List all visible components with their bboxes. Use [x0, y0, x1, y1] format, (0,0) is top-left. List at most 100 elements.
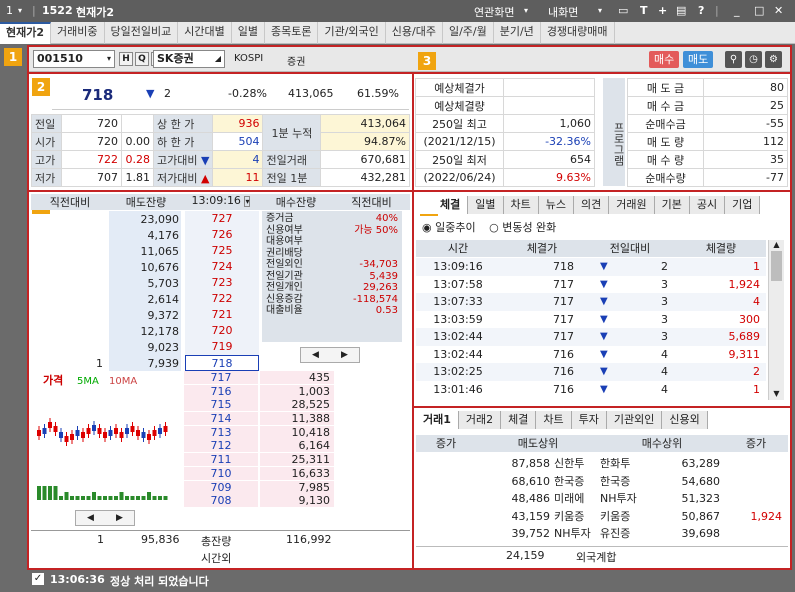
help-icon[interactable]: ?: [698, 4, 704, 17]
window-number[interactable]: 1: [6, 4, 13, 17]
tab-execution[interactable]: 체결: [501, 411, 537, 429]
tab-opinion[interactable]: 의견: [574, 196, 610, 214]
tab-by-time[interactable]: 시간대별: [178, 22, 232, 44]
stock-code-input[interactable]: 001510 ▾: [33, 50, 115, 68]
buy-qty: 63,289: [681, 457, 721, 470]
chevron-down-icon[interactable]: ▾: [18, 6, 22, 15]
tab-quarter-year[interactable]: 분기/년: [494, 22, 541, 44]
tab-block-trade[interactable]: 경쟁대량매매: [541, 22, 615, 44]
broker-row: 39,752 NH투자 유진증 39,698: [416, 525, 788, 543]
tab-daily[interactable]: 일별: [468, 196, 504, 214]
info-label: 대출비율: [266, 305, 303, 316]
dropdown-icon[interactable]: ▾: [244, 196, 251, 207]
scroll-up-icon[interactable]: ▲: [769, 240, 784, 249]
tab-chart[interactable]: 차트: [503, 196, 539, 214]
after-hours-label: 시간외: [201, 552, 232, 565]
bid-row: 717 435: [184, 371, 410, 385]
tab-credit-etc[interactable]: 신용외: [662, 411, 708, 429]
chart-scroll[interactable]: ◀ ▶: [75, 510, 135, 526]
gear-icon[interactable]: ⚙: [765, 51, 782, 68]
tab-investor[interactable]: 투자: [571, 411, 607, 429]
check-icon[interactable]: ✓: [32, 573, 44, 585]
info-label: 전일외인: [266, 259, 303, 270]
tab-period[interactable]: 일/주/월: [443, 22, 494, 44]
info-label: 권리배당: [266, 247, 303, 259]
tab-daily[interactable]: 일별: [232, 22, 265, 44]
my-screen-menu[interactable]: 내화면: [548, 4, 578, 20]
scroll-down-icon[interactable]: ▼: [769, 389, 784, 398]
price-quote: 718 ▼ 2 -0.28% 413,065 61.59%: [52, 78, 409, 110]
maximize-icon[interactable]: □: [754, 4, 764, 17]
minimize-icon[interactable]: _: [734, 4, 740, 17]
left-arrow-icon[interactable]: ◀: [87, 511, 94, 525]
chevron-down-icon[interactable]: ▾: [598, 6, 602, 15]
plus-icon[interactable]: +: [658, 4, 667, 17]
trade-scrollbar[interactable]: ▲ ▼: [768, 240, 784, 400]
trade-time: 13:02:44: [433, 330, 483, 343]
foreign-total: 24,159 외국계합: [416, 546, 788, 564]
chevron-down-icon[interactable]: ▾: [524, 6, 528, 15]
bid-price: 709: [184, 480, 258, 494]
left-arrow-icon[interactable]: ◀: [312, 348, 319, 362]
up-arrow-icon: ▲: [200, 171, 210, 185]
tab-discussion[interactable]: 종목토론: [265, 22, 319, 44]
trade-header: 시간 체결가 전일대비 체결량: [416, 240, 766, 257]
tab-day-compare[interactable]: 당일전일비교: [105, 22, 179, 44]
text-icon[interactable]: T: [640, 4, 648, 17]
tab-current-price-2[interactable]: 현재가2: [0, 22, 52, 44]
down-arrow-icon: ▼: [200, 153, 210, 167]
search-icon[interactable]: Q: [135, 52, 149, 66]
tab-trade-1[interactable]: 거래1: [416, 411, 459, 429]
sell-broker: 키움증: [554, 509, 585, 523]
tab-disclosure[interactable]: 공시: [689, 196, 726, 214]
tab-executions[interactable]: 체결: [416, 196, 469, 214]
related-screen-menu[interactable]: 연관화면: [474, 4, 514, 20]
tab-chart[interactable]: 차트: [536, 411, 572, 429]
radio-intraday[interactable]: ◉ 일중추이: [422, 221, 476, 234]
bid-price: 715: [184, 398, 258, 412]
info-scroll[interactable]: ◀ ▶: [300, 347, 360, 363]
right-arrow-icon[interactable]: ▶: [116, 511, 123, 525]
trade-row: 13:02:44 717 ▼ 3 5,689: [416, 328, 766, 346]
tab-trade-2[interactable]: 거래2: [458, 411, 502, 429]
print-icon[interactable]: ▤: [676, 4, 686, 17]
program-table: 매 도 금 80 매 수 금 25 순매수금 -55 매 도 량 112 매 수 량 35…: [627, 78, 788, 187]
history-button[interactable]: H: [119, 52, 133, 66]
tab-institution-foreign[interactable]: 기관/외국인: [318, 22, 386, 44]
tab-news[interactable]: 뉴스: [538, 196, 574, 214]
trade-time: 13:02:44: [433, 347, 483, 361]
trade-row: 13:03:59 717 ▼ 3 300: [416, 310, 766, 328]
ask-qty: 2,614: [147, 293, 180, 306]
tab-company[interactable]: 기업: [725, 196, 761, 214]
tab-broker[interactable]: 거래원: [609, 196, 655, 214]
radio-volatility[interactable]: ○ 변동성 완화: [489, 221, 556, 234]
down-arrow-icon: ▼: [600, 296, 608, 307]
bid-qty: 435: [309, 371, 330, 384]
sell-order-button[interactable]: 매도: [683, 51, 714, 68]
close-icon[interactable]: ✕: [774, 4, 783, 17]
monitor-icon[interactable]: ▭: [618, 4, 628, 17]
binoculars-icon[interactable]: ⚲: [725, 51, 742, 68]
right-arrow-icon[interactable]: ▶: [341, 348, 348, 362]
scroll-thumb[interactable]: [771, 251, 782, 281]
stock-name-select[interactable]: SK증권 ◢: [153, 50, 225, 68]
ask-row: 10,676 724: [31, 259, 261, 275]
ask-qty: 12,178: [140, 325, 180, 338]
tab-inst-foreign[interactable]: 기관외인: [606, 411, 663, 429]
clock-icon[interactable]: ◷: [745, 51, 762, 68]
sell-qty: 48,486: [511, 492, 551, 505]
trade-qty: 5,689: [728, 330, 761, 343]
candle-body: [136, 430, 140, 436]
tab-basic[interactable]: 기본: [654, 196, 690, 214]
buy-order-button[interactable]: 매수: [649, 51, 680, 68]
ask-qty: 23,090: [140, 213, 180, 226]
tab-credit[interactable]: 신용/대주: [386, 22, 443, 44]
tab-trade-weight[interactable]: 거래비중: [51, 22, 105, 44]
trade-price: 717: [553, 330, 574, 343]
bid-qty: 25,311: [291, 453, 331, 467]
ask-row: 5,703 723: [31, 275, 261, 291]
sell-qty: 39,752: [511, 527, 551, 540]
bid-qty: 11,388: [291, 412, 331, 426]
bid-price: 714: [184, 412, 258, 426]
broker-inc: [724, 525, 788, 543]
